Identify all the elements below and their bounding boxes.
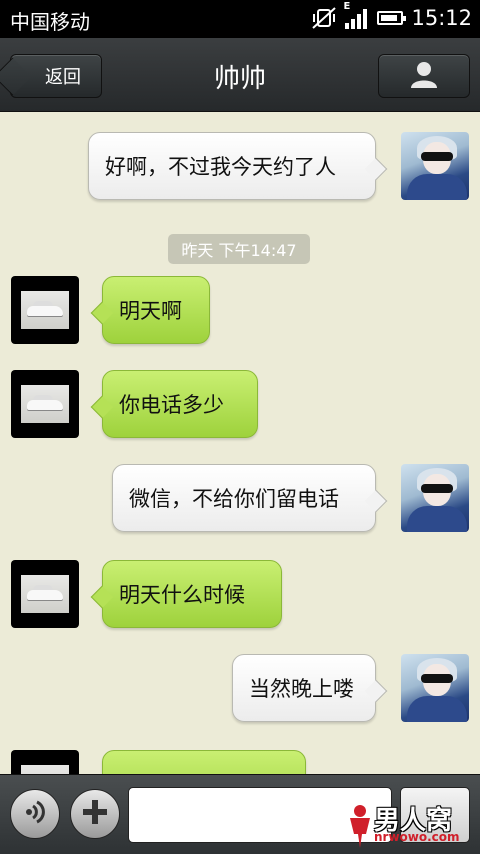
message-text: 当然晚上喽 [249,677,354,701]
network-type-label: E [343,1,351,12]
message-text: 明天啊 [119,299,182,323]
contact-avatar[interactable] [11,560,79,628]
status-icons: E 15:12 [311,1,472,30]
message-bubble-contact[interactable]: 明天啊 [90,276,210,344]
self-avatar[interactable] [401,464,469,532]
message-text: 微信，不给你们留电话 [129,487,339,511]
self-avatar[interactable] [401,654,469,722]
message-bubble-self[interactable]: 微信，不给你们留电话 [112,464,388,532]
status-time: 15:12 [411,6,472,30]
chat-area[interactable]: 好啊，不过我今天约了人 昨天 下午14:47 明天啊 你电话多少 微信，不给你们… [0,112,480,774]
message-text: 明天什么时候 [119,583,245,607]
message-bubble-self[interactable]: 当然晚上喽 [232,654,388,722]
message-bubble-contact[interactable]: 明天什么时候 [90,560,282,628]
voice-icon [20,797,50,831]
signal-icon: E [343,1,369,29]
self-avatar[interactable] [401,132,469,200]
plus-icon [80,797,110,831]
person-icon [409,59,439,93]
timestamp-badge: 昨天 下午14:47 [168,234,310,264]
voice-button[interactable] [10,789,60,839]
profile-button[interactable] [378,54,470,98]
page-title: 帅帅 [213,64,266,94]
battery-icon [377,11,407,25]
back-button[interactable]: 返回 [10,54,102,98]
carrier-name: 中国移动 [10,10,90,34]
contact-avatar[interactable] [11,750,79,774]
message-text: 好啊，不过我今天约了人 [105,155,336,179]
vibrate-off-icon [311,6,337,30]
status-bar: 中国移动 E 15:12 [0,0,480,38]
chat-header: 返回 帅帅 [0,38,480,112]
more-options-button[interactable] [70,789,120,839]
message-bubble-contact[interactable] [102,750,306,774]
back-button-label: 返回 [45,67,81,88]
message-bubble-contact[interactable]: 你电话多少 [90,370,258,438]
figure-icon [346,804,374,850]
message-text: 你电话多少 [119,393,224,417]
watermark-logo: 男人窝 nrwowo.com [344,800,476,852]
watermark-url: nrwowo.com [374,830,460,844]
message-bubble-self[interactable]: 好啊，不过我今天约了人 [88,132,388,200]
contact-avatar[interactable] [11,370,79,438]
contact-avatar[interactable] [11,276,79,344]
